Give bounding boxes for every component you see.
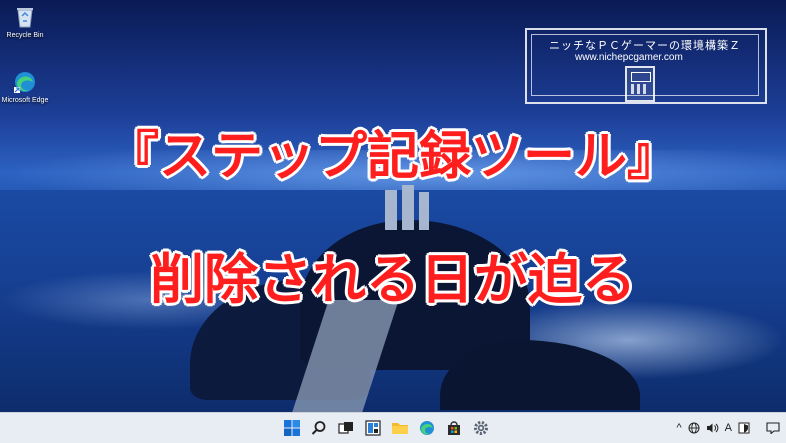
site-watermark: ニッチなＰＣゲーマーの環境構築Ｚ www.nichepcgamer.com [525, 28, 770, 104]
lighthouse-tower [419, 192, 429, 230]
settings-icon [474, 421, 488, 435]
task-view-icon [338, 422, 353, 434]
taskbar-center [282, 413, 491, 443]
desktop-icon-label: Recycle Bin [6, 32, 44, 39]
watermark-title: ニッチなＰＣゲーマーの環境構築Ｚ [549, 39, 741, 52]
file-explorer-button[interactable] [390, 418, 410, 438]
headline-line-2: 削除される日が迫る [150, 248, 636, 311]
ime-indicator[interactable]: A [725, 422, 732, 434]
start-button[interactable] [282, 418, 302, 438]
security-icon[interactable] [738, 422, 750, 434]
desktop-icon-edge[interactable]: Microsoft Edge [0, 70, 50, 105]
volume-icon[interactable] [706, 422, 719, 434]
search-icon [311, 421, 326, 435]
edge-icon [420, 421, 434, 435]
desktop-icon-recycle-bin[interactable]: Recycle Bin [0, 5, 50, 40]
notification-icon[interactable] [766, 422, 780, 434]
lighthouse-tower [385, 190, 397, 230]
headline-line-1: 『ステップ記録ツール』 [106, 127, 679, 187]
file-explorer-icon [392, 423, 408, 434]
search-button[interactable] [309, 418, 329, 438]
taskbar: ^ A [0, 412, 786, 443]
desktop-wallpaper: Recycle Bin Microsoft Edge ニッチなＰＣゲーマーの環境… [0, 0, 786, 412]
system-tray: ^ A [676, 413, 780, 443]
widgets-button[interactable] [363, 418, 383, 438]
show-hidden-icons-chevron[interactable]: ^ [676, 422, 681, 434]
edge-taskbar-button[interactable] [417, 418, 437, 438]
calculator-icon [625, 66, 655, 102]
desktop-icon-label: Microsoft Edge [1, 97, 49, 104]
task-view-button[interactable] [336, 418, 356, 438]
edge-icon [14, 72, 35, 93]
widgets-icon [365, 420, 381, 436]
settings-button[interactable] [471, 418, 491, 438]
store-button[interactable] [444, 418, 464, 438]
store-icon [448, 421, 460, 435]
windows-start-icon [284, 420, 300, 436]
recycle-bin-icon [17, 8, 33, 28]
globe-icon[interactable] [688, 422, 700, 434]
watermark-url: www.nichepcgamer.com [575, 52, 683, 63]
device-screen [631, 72, 651, 82]
device-keys [631, 84, 649, 94]
